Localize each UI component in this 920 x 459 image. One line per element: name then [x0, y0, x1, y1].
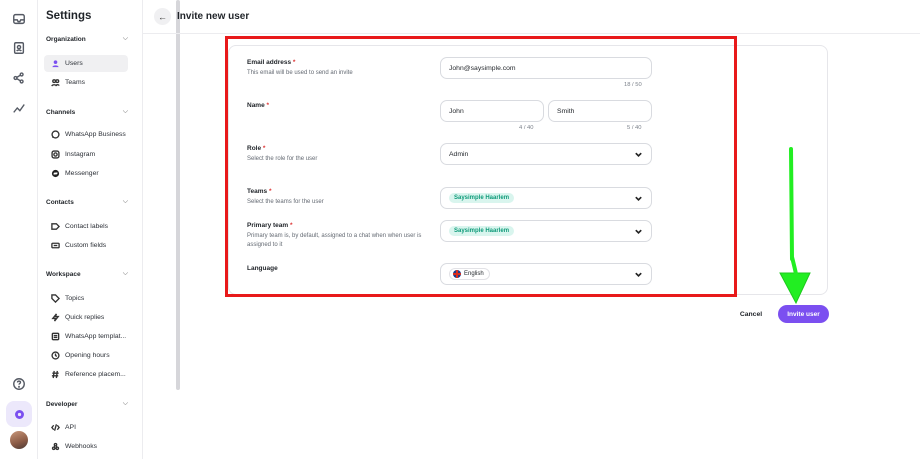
- sidebar-item-label: Custom fields: [65, 242, 107, 249]
- section-organization[interactable]: Organization ⌵: [46, 35, 128, 43]
- sidebar-item-label: Contact labels: [65, 223, 109, 230]
- section-label: Organization: [46, 35, 86, 43]
- template-icon: [50, 332, 60, 342]
- sidebar-item-whatsapp[interactable]: WhatsApp Business: [44, 126, 128, 143]
- green-arrow-icon: [779, 147, 811, 305]
- sidebar-item-label: Teams: [65, 79, 86, 86]
- sidebar-item-label: Topics: [65, 295, 85, 302]
- sidebar-item-whatsapp-templates[interactable]: WhatsApp templat...: [44, 328, 128, 345]
- header-divider: [143, 33, 920, 34]
- sidebar-title: Settings: [46, 10, 92, 22]
- chevron-down-icon: ⌵: [122, 270, 128, 277]
- instagram-icon: [50, 150, 60, 160]
- chevron-down-icon: ⌵: [122, 198, 128, 205]
- section-channels[interactable]: Channels ⌵: [46, 108, 128, 116]
- sidebar-item-label: WhatsApp Business: [65, 131, 126, 138]
- app-rail: [0, 0, 38, 459]
- sidebar-item-label: Instagram: [65, 151, 96, 158]
- section-contacts[interactable]: Contacts ⌵: [46, 198, 128, 206]
- sidebar-item-teams[interactable]: Teams: [44, 74, 128, 91]
- chevron-down-icon: ⌵: [122, 35, 128, 42]
- analytics-icon[interactable]: [11, 100, 27, 116]
- inbox-icon[interactable]: [11, 11, 27, 27]
- sidebar-item-webhooks[interactable]: Webhooks: [44, 438, 128, 455]
- sidebar-item-topics[interactable]: Topics: [44, 290, 128, 307]
- help-icon[interactable]: [11, 376, 27, 392]
- hash-icon: [50, 370, 60, 380]
- section-workspace[interactable]: Workspace ⌵: [46, 270, 128, 278]
- highlight-box: [225, 36, 737, 297]
- code-icon: [50, 423, 60, 433]
- invite-user-button[interactable]: Invite user: [778, 305, 829, 323]
- chevron-down-icon: ⌵: [122, 108, 128, 115]
- sidebar-item-messenger[interactable]: Messenger: [44, 165, 128, 182]
- cancel-button[interactable]: Cancel: [731, 305, 771, 323]
- label-icon: [50, 222, 60, 232]
- user-icon: [50, 59, 60, 69]
- sidebar-item-users[interactable]: Users: [44, 55, 128, 72]
- sidebar-item-instagram[interactable]: Instagram: [44, 146, 128, 163]
- sidebar-item-label: WhatsApp templat...: [65, 333, 127, 340]
- sidebar-item-contact-labels[interactable]: Contact labels: [44, 218, 128, 235]
- sidebar-item-api[interactable]: API: [44, 419, 128, 436]
- webhook-icon: [50, 442, 60, 452]
- sidebar-item-reference-placeholders[interactable]: Reference placem...: [44, 366, 128, 383]
- sidebar-item-quick-replies[interactable]: Quick replies: [44, 309, 128, 326]
- settings-sidebar: Settings Organization ⌵ Users Teams Chann…: [38, 0, 180, 459]
- messenger-icon: [50, 169, 60, 179]
- flows-icon[interactable]: [11, 70, 27, 86]
- section-developer[interactable]: Developer ⌵: [46, 400, 128, 408]
- avatar[interactable]: [10, 431, 28, 449]
- section-label: Channels: [46, 108, 76, 116]
- sidebar-item-label: Quick replies: [65, 314, 105, 321]
- sidebar-item-label: API: [65, 424, 76, 431]
- sidebar-scrollbar[interactable]: [176, 0, 180, 390]
- sidebar-item-label: Webhooks: [65, 443, 97, 450]
- section-label: Developer: [46, 400, 78, 408]
- section-label: Contacts: [46, 198, 74, 206]
- back-arrow-icon[interactable]: ←: [154, 8, 171, 25]
- chevron-down-icon: ⌵: [122, 400, 128, 407]
- sidebar-item-label: Users: [65, 60, 83, 67]
- contacts-icon[interactable]: [11, 40, 27, 56]
- section-label: Workspace: [46, 270, 81, 278]
- tag-icon: [50, 294, 60, 304]
- sidebar-item-opening-hours[interactable]: Opening hours: [44, 347, 128, 364]
- clock-icon: [50, 351, 60, 361]
- sidebar-item-label: Messenger: [65, 170, 99, 177]
- sidebar-item-label: Reference placem...: [65, 371, 126, 378]
- lightning-icon: [50, 313, 60, 323]
- sidebar-item-label: Opening hours: [65, 352, 110, 359]
- fields-icon: [50, 241, 60, 251]
- sidebar-item-custom-fields[interactable]: Custom fields: [44, 237, 128, 254]
- team-icon: [50, 78, 60, 88]
- whatsapp-icon: [50, 130, 60, 140]
- page-title: Invite new user: [177, 11, 250, 22]
- settings-gear-icon[interactable]: [6, 401, 32, 427]
